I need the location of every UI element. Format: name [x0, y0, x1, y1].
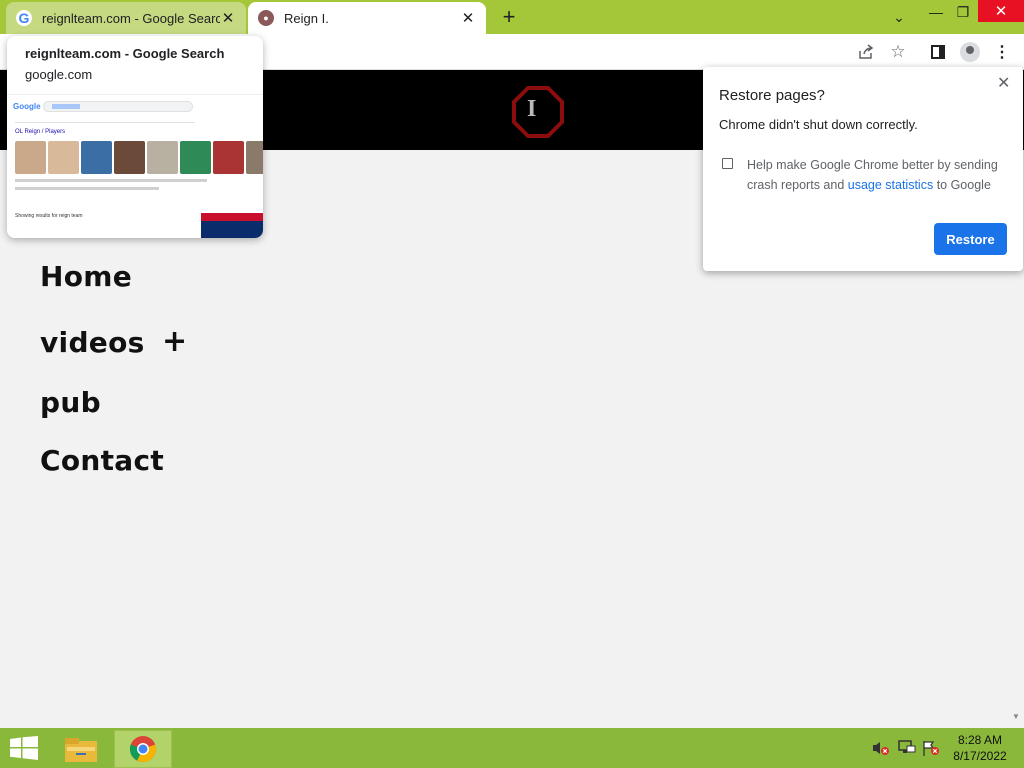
thumbnail-player-photo: [81, 141, 112, 174]
windows-start-icon[interactable]: [10, 736, 38, 760]
nav-contact[interactable]: Contact: [40, 444, 164, 477]
nav-pub[interactable]: pub: [40, 386, 101, 419]
thumbnail-player-photo: [114, 141, 145, 174]
tab-close-icon[interactable]: ✕: [460, 10, 476, 27]
thumbnail-player-photo: [15, 141, 46, 174]
hover-card-thumbnail: Google OL Reign / Players Showing result…: [7, 94, 263, 238]
hover-card-domain: google.com: [25, 67, 93, 82]
reign-favicon-icon: ●: [258, 10, 274, 26]
thumbnail-heading: OL Reign / Players: [15, 129, 66, 135]
videos-expand-plus-icon[interactable]: +: [162, 324, 187, 359]
tab-search-chevron-icon[interactable]: ⌄: [886, 5, 912, 29]
restore-button[interactable]: Restore: [934, 223, 1007, 255]
restore-dialog-title: Restore pages?: [719, 87, 825, 104]
thumbnail-player-photo: [246, 141, 263, 174]
action-center-flag-icon[interactable]: [922, 740, 940, 756]
clock-time: 8:28 AM: [957, 733, 1003, 747]
tab-strip: G reignlteam.com - Google Search ✕ ● Rei…: [0, 0, 1024, 34]
tab-close-icon[interactable]: ✕: [220, 10, 236, 27]
dialog-close-icon[interactable]: ✕: [997, 73, 1010, 93]
chrome-taskbar-button[interactable]: [114, 730, 172, 768]
volume-muted-icon[interactable]: [872, 740, 890, 756]
clock-date: 8/17/2022: [953, 749, 1007, 763]
minimize-button[interactable]: —: [922, 0, 950, 24]
thumbnail-tabs: [15, 119, 195, 123]
crash-reports-label: Help make Google Chrome better by sendin…: [747, 155, 1007, 195]
tab-title: Reign I.: [284, 10, 329, 26]
google-g-icon: G: [16, 10, 32, 26]
tab-title: reignlteam.com - Google Search: [42, 10, 220, 26]
share-icon[interactable]: [854, 40, 878, 64]
tab-hover-card: reignlteam.com - Google Search google.co…: [7, 36, 263, 238]
profile-icon[interactable]: [958, 40, 982, 64]
maximize-button[interactable]: ❐: [950, 0, 976, 24]
close-window-button[interactable]: ✕: [978, 0, 1024, 22]
thumbnail-showing-results: Showing results for reign team: [15, 213, 83, 219]
thumbnail-players-row: [15, 141, 263, 174]
thumbnail-player-photo: [180, 141, 211, 174]
restore-pages-dialog: Restore pages? ✕ Chrome didn't shut down…: [703, 67, 1023, 271]
thumbnail-search-box: [43, 101, 193, 112]
file-explorer-icon[interactable]: [64, 735, 98, 763]
crash-reports-checkbox[interactable]: [722, 158, 733, 169]
thumbnail-text-lines: [15, 179, 255, 195]
bookmark-star-icon[interactable]: ☆: [886, 40, 910, 64]
new-tab-button[interactable]: +: [496, 4, 522, 30]
chrome-icon: [129, 736, 157, 763]
nav-videos[interactable]: videos: [40, 326, 145, 359]
help-text-after: to Google: [933, 178, 991, 192]
tab-google-search[interactable]: G reignlteam.com - Google Search ✕: [6, 2, 246, 34]
nav-home[interactable]: Home: [40, 260, 132, 293]
logo-letter: I: [527, 96, 537, 122]
thumbnail-ol-reign-badge: [201, 213, 263, 238]
scroll-down-arrow-icon[interactable]: ▼: [1012, 712, 1020, 721]
thumbnail-google-logo: Google: [13, 102, 41, 111]
tab-reign[interactable]: ● Reign I. ✕: [248, 2, 486, 34]
system-clock[interactable]: 8:28 AM 8/17/2022: [948, 732, 1012, 764]
thumbnail-player-photo: [213, 141, 244, 174]
restore-dialog-message: Chrome didn't shut down correctly.: [719, 117, 918, 132]
thumbnail-player-photo: [48, 141, 79, 174]
hover-card-title: reignlteam.com - Google Search: [25, 46, 225, 61]
site-logo[interactable]: [512, 86, 564, 138]
thumbnail-player-photo: [147, 141, 178, 174]
network-icon[interactable]: [898, 740, 916, 756]
usage-statistics-link[interactable]: usage statistics: [848, 178, 933, 192]
side-panel-icon[interactable]: [926, 40, 950, 64]
taskbar: 8:28 AM 8/17/2022: [0, 728, 1024, 768]
menu-icon[interactable]: ⋮: [990, 40, 1014, 64]
